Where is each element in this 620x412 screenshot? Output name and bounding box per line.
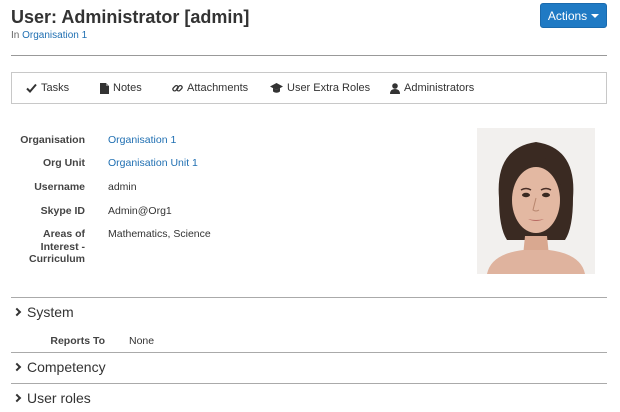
org-unit-value-link[interactable]: Organisation Unit 1 [108, 157, 198, 169]
profile-photo [477, 128, 595, 274]
header-divider [11, 55, 607, 56]
section-title: User roles [27, 390, 91, 406]
page-subtitle: In Organisation 1 [11, 30, 87, 41]
reports-to-value: None [129, 335, 155, 347]
tab-bar: Tasks Notes Attachments User Extra Roles… [11, 72, 607, 104]
file-icon [100, 82, 109, 94]
section-title: Competency [27, 359, 106, 375]
page-title: User: Administrator [admin] [11, 7, 250, 27]
tab-notes[interactable]: Notes [100, 73, 142, 103]
caret-down-icon [591, 14, 600, 18]
chevron-right-icon [12, 393, 22, 403]
actions-button[interactable]: Actions [540, 3, 607, 28]
detail-label: Skype ID [40, 205, 85, 217]
detail-label: Org Unit [43, 157, 85, 169]
tab-label: Administrators [404, 82, 475, 94]
tab-label: Tasks [41, 82, 70, 94]
section-divider [11, 297, 607, 298]
organisation-link[interactable]: Organisation 1 [22, 30, 87, 41]
tab-tasks[interactable]: Tasks [26, 73, 69, 103]
tab-attachments[interactable]: Attachments [172, 73, 248, 103]
user-icon [390, 82, 400, 94]
detail-label: Reports To [50, 335, 105, 347]
chevron-right-icon [12, 307, 22, 317]
organisation-value-link[interactable]: Organisation 1 [108, 134, 176, 146]
section-divider [11, 383, 607, 384]
graduation-cap-icon [270, 82, 283, 93]
tab-label: Attachments [187, 82, 249, 94]
section-divider [11, 352, 607, 353]
detail-label: Organisation [20, 134, 85, 146]
section-toggle-system[interactable]: System [12, 304, 74, 320]
detail-label: Areas of Interest - Curriculum [28, 228, 85, 265]
tab-label: User Extra Roles [287, 82, 371, 94]
section-toggle-user-roles[interactable]: User roles [12, 390, 91, 406]
chevron-right-icon [12, 362, 22, 372]
tab-administrators[interactable]: Administrators [390, 73, 474, 103]
tab-user-extra-roles[interactable]: User Extra Roles [270, 73, 370, 103]
detail-label: Username [34, 181, 85, 193]
tab-label: Notes [113, 82, 142, 94]
link-icon [172, 84, 183, 92]
skype-id-value: Admin@Org1 [108, 205, 172, 217]
check-icon [26, 83, 37, 93]
actions-label: Actions [547, 8, 588, 23]
areas-of-interest-value: Mathematics, Science [108, 228, 211, 240]
username-value: admin [108, 181, 137, 193]
in-prefix: In [11, 30, 20, 41]
section-toggle-competency[interactable]: Competency [12, 359, 106, 375]
section-title: System [27, 304, 74, 320]
